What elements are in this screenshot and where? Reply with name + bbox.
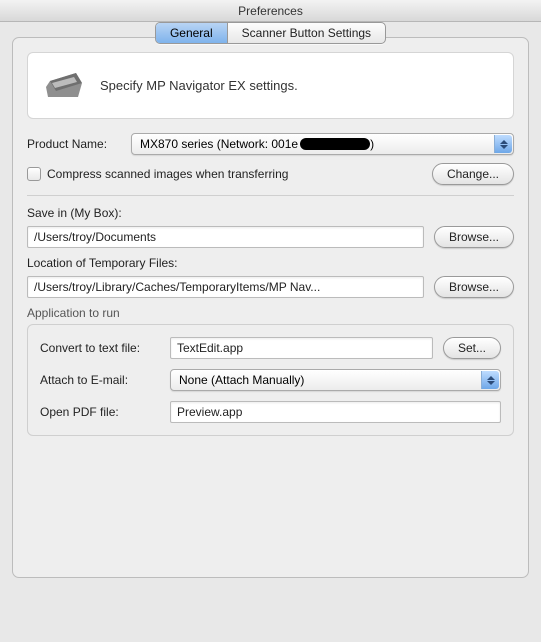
compress-checkbox[interactable] bbox=[27, 167, 41, 181]
divider bbox=[27, 195, 514, 196]
tab-scanner-button-settings[interactable]: Scanner Button Settings bbox=[228, 23, 385, 43]
window-titlebar: Preferences bbox=[0, 0, 541, 22]
tab-bar: General Scanner Button Settings bbox=[155, 22, 386, 44]
attach-email-select[interactable]: None (Attach Manually) bbox=[170, 369, 501, 391]
scanner-icon bbox=[44, 67, 84, 104]
open-pdf-label: Open PDF file: bbox=[40, 405, 160, 419]
save-in-label: Save in (My Box): bbox=[27, 206, 514, 220]
temp-location-label: Location of Temporary Files: bbox=[27, 256, 514, 270]
change-button[interactable]: Change... bbox=[432, 163, 514, 185]
save-browse-button[interactable]: Browse... bbox=[434, 226, 514, 248]
chevron-updown-icon bbox=[481, 371, 499, 389]
app-group-title: Application to run bbox=[27, 306, 514, 320]
app-group: Convert to text file: TextEdit.app Set..… bbox=[27, 324, 514, 436]
product-name-label: Product Name: bbox=[27, 137, 123, 151]
convert-to-text-label: Convert to text file: bbox=[40, 341, 160, 355]
open-pdf-field[interactable]: Preview.app bbox=[170, 401, 501, 423]
temp-browse-button[interactable]: Browse... bbox=[434, 276, 514, 298]
redacted-mac bbox=[300, 138, 370, 150]
compress-label: Compress scanned images when transferrin… bbox=[47, 167, 288, 181]
product-name-value-prefix: MX870 series (Network: 001e bbox=[140, 137, 298, 151]
window-title: Preferences bbox=[238, 4, 303, 18]
convert-to-text-field[interactable]: TextEdit.app bbox=[170, 337, 433, 359]
tab-general[interactable]: General bbox=[156, 23, 228, 43]
attach-email-label: Attach to E-mail: bbox=[40, 373, 160, 387]
product-name-select[interactable]: MX870 series (Network: 001e ) bbox=[131, 133, 514, 155]
temp-location-field[interactable]: /Users/troy/Library/Caches/TemporaryItem… bbox=[27, 276, 424, 298]
banner: Specify MP Navigator EX settings. bbox=[27, 52, 514, 119]
banner-text: Specify MP Navigator EX settings. bbox=[100, 78, 298, 93]
save-in-field[interactable]: /Users/troy/Documents bbox=[27, 226, 424, 248]
set-button[interactable]: Set... bbox=[443, 337, 501, 359]
general-panel: Specify MP Navigator EX settings. Produc… bbox=[12, 37, 529, 578]
attach-email-value: None (Attach Manually) bbox=[179, 373, 304, 387]
chevron-updown-icon bbox=[494, 135, 512, 153]
product-name-value-suffix: ) bbox=[370, 137, 374, 151]
